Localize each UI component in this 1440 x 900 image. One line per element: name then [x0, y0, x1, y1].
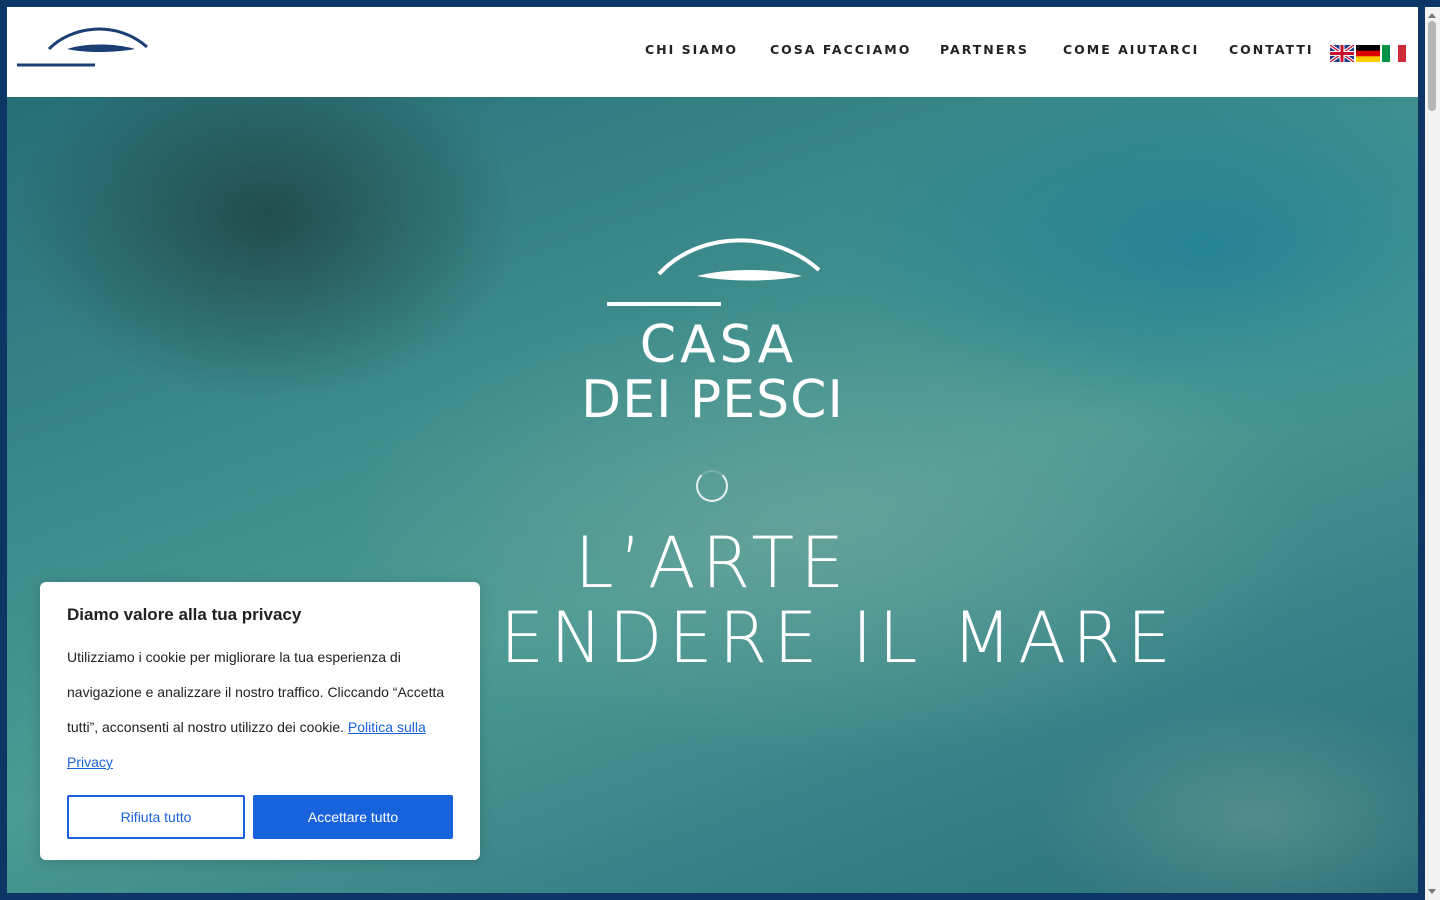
- scroll-down-icon[interactable]: [1428, 889, 1436, 894]
- hero-brand-line1: CASA: [639, 315, 798, 375]
- nav-contatti[interactable]: CONTATTI: [1229, 42, 1314, 57]
- english-flag-icon[interactable]: [1330, 45, 1354, 62]
- scroll-thumb[interactable]: [1428, 21, 1436, 111]
- hero-brand-line2: DEI PESCI: [581, 370, 844, 430]
- nav-chi-siamo[interactable]: CHI SIAMO: [645, 42, 738, 57]
- site-header: CHI SIAMO COSA FACCIAMO PARTNERS COME AI…: [7, 7, 1418, 97]
- scroll-up-icon[interactable]: [1428, 13, 1436, 18]
- cookie-consent-banner: Diamo valore alla tua privacy Utilizziam…: [40, 582, 480, 860]
- nav-partners[interactable]: PARTNERS: [940, 42, 1029, 57]
- cookie-title: Diamo valore alla tua privacy: [67, 605, 302, 624]
- loading-spinner-icon: [696, 470, 728, 502]
- nav-cosa-facciamo[interactable]: COSA FACCIAMO: [770, 42, 911, 57]
- german-flag-icon[interactable]: [1356, 45, 1380, 62]
- cookie-text: Utilizziamo i cookie per migliorare la t…: [67, 640, 462, 780]
- accept-all-button[interactable]: Accettare tutto: [253, 795, 453, 839]
- main-nav: CHI SIAMO COSA FACCIAMO PARTNERS COME AI…: [7, 42, 1418, 62]
- nav-come-aiutarci[interactable]: COME AIUTARCI: [1063, 42, 1199, 57]
- reject-all-button[interactable]: Rifiuta tutto: [67, 795, 245, 839]
- italian-flag-icon[interactable]: [1382, 45, 1406, 62]
- hero-fish-house-logo-icon: [607, 238, 821, 306]
- page-scrollbar[interactable]: [1425, 7, 1440, 900]
- language-switcher: [1330, 45, 1406, 62]
